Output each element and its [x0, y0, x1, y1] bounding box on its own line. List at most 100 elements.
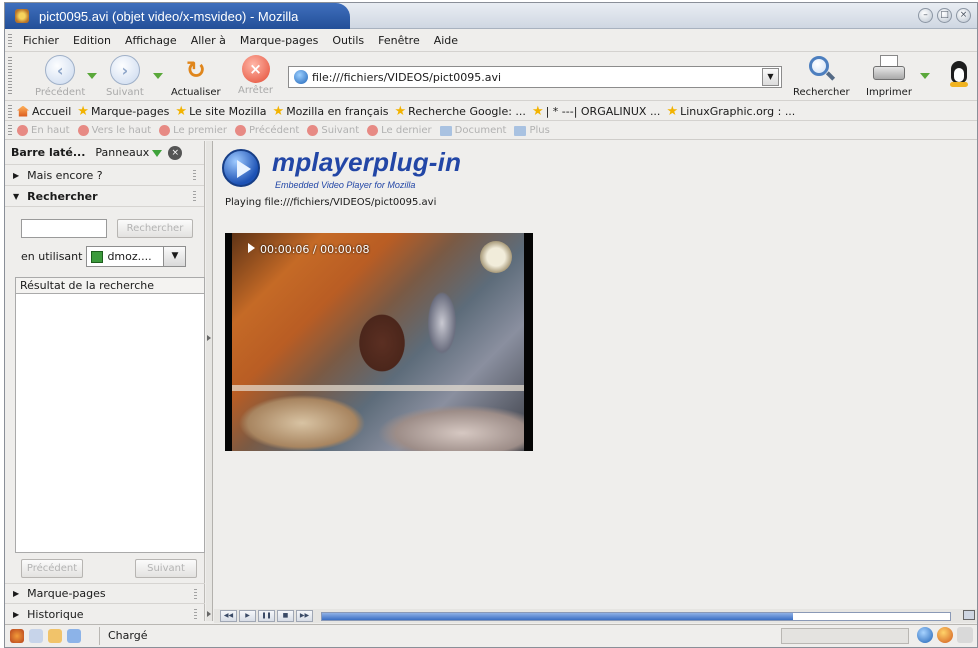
close-icon[interactable]: × — [956, 8, 971, 23]
print-button[interactable]: Imprimer — [866, 55, 912, 98]
chevron-down-icon[interactable]: ▼ — [163, 247, 186, 266]
pause-icon[interactable]: ❚❚ — [258, 610, 275, 622]
video-player[interactable]: 00:00:06 / 00:00:08 — [225, 233, 533, 451]
bookmarks-icon: ★ — [77, 103, 89, 119]
url-text[interactable]: file:///fichiers/VIDEOS/pict0095.avi — [312, 71, 762, 84]
sidebar-splitter[interactable] — [206, 141, 213, 621]
section-label: Rechercher — [27, 189, 98, 203]
toolbar-grip[interactable] — [8, 105, 12, 118]
back-button[interactable]: ‹ Précédent — [35, 55, 85, 98]
document-icon — [439, 125, 452, 136]
forward-dropdown-icon[interactable] — [153, 73, 163, 79]
sitenav-more[interactable]: Plus — [514, 125, 550, 136]
mail-icon[interactable] — [29, 628, 43, 643]
maximize-icon[interactable]: □ — [937, 8, 952, 23]
addressbook-icon[interactable] — [67, 628, 81, 643]
sidebar-close-icon[interactable]: × — [168, 145, 183, 160]
playback-progress[interactable] — [321, 611, 951, 621]
first-icon — [159, 125, 171, 136]
tux-throbber-icon[interactable] — [947, 61, 971, 89]
bookmark-linuxgraphic[interactable]: ★ LinuxGraphic.org : ... — [666, 105, 795, 118]
toolbar-grip[interactable] — [8, 125, 12, 137]
menu-fenetre[interactable]: Fenêtre — [378, 34, 420, 47]
menu-aide[interactable]: Aide — [434, 34, 458, 47]
menu-affichage[interactable]: Affichage — [125, 34, 177, 47]
sitenav-last[interactable]: Le dernier — [367, 125, 432, 136]
fullscreen-icon[interactable] — [963, 610, 975, 620]
url-bar[interactable]: file:///fichiers/VIDEOS/pict0095.avi ▼ — [288, 66, 782, 88]
bookmark-marque-pages[interactable]: ★ Marque-pages — [77, 105, 169, 118]
sidebar-search-button[interactable]: Rechercher — [117, 219, 193, 238]
sidebar-search-input[interactable] — [21, 219, 107, 238]
back-label: Précédent — [35, 87, 86, 98]
search-button[interactable]: Rechercher — [793, 55, 850, 98]
sitenav-next[interactable]: Suivant — [307, 125, 359, 136]
lock-icon[interactable] — [957, 627, 973, 643]
engine-select[interactable]: dmoz.... ▼ — [86, 246, 187, 267]
toolbar-grip[interactable] — [8, 34, 12, 48]
menu-fichier[interactable]: Fichier — [23, 34, 59, 47]
reload-label: Actualiser — [171, 87, 221, 98]
composer-icon[interactable] — [48, 628, 62, 643]
url-history-dropdown[interactable]: ▼ — [762, 68, 779, 86]
stop-button[interactable]: × Arrêter — [238, 55, 273, 96]
sidebar-section-history[interactable]: ▶ Historique — [5, 604, 205, 625]
sidebar-section-search[interactable]: ▼ Rechercher — [5, 186, 204, 207]
sitenav-up[interactable]: Vers le haut — [77, 125, 151, 136]
online-icon[interactable] — [917, 627, 933, 643]
video-frame — [232, 233, 524, 451]
forward-button[interactable]: › Suivant — [106, 55, 144, 98]
collapse-arrow-icon[interactable] — [207, 611, 211, 617]
cookie-icon[interactable] — [937, 627, 953, 643]
stop-playback-icon[interactable]: ■ — [277, 610, 294, 622]
bookmark-mozilla-francais[interactable]: ★ Mozilla en français — [273, 105, 389, 118]
fast-forward-icon[interactable]: ▶▶ — [296, 610, 313, 622]
search-label: Rechercher — [793, 87, 850, 98]
rewind-icon[interactable]: ◀◀ — [220, 610, 237, 622]
results-next-button[interactable]: Suivant — [135, 559, 197, 578]
back-dropdown-icon[interactable] — [87, 73, 97, 79]
collapse-arrow-icon[interactable] — [207, 335, 211, 341]
sidebar-search-row: Rechercher — [21, 219, 193, 238]
sidebar-section-more[interactable]: ▶ Mais encore ? — [5, 165, 204, 186]
title-tab[interactable]: pict0095.avi (objet video/x-msvideo) - M… — [5, 3, 350, 29]
player-controls: ◀◀ ▶ ❚❚ ■ ▶▶ — [214, 609, 977, 623]
sidebar-section-bookmarks[interactable]: ▶ Marque-pages — [5, 583, 205, 604]
results-previous-button[interactable]: Précédent — [21, 559, 83, 578]
star-icon: ★ — [272, 103, 285, 119]
menu-aller[interactable]: Aller à — [191, 34, 226, 47]
minimize-icon[interactable]: – — [918, 8, 933, 23]
print-dropdown-icon[interactable] — [920, 73, 930, 79]
sitenav-top[interactable]: En haut — [17, 125, 70, 136]
mplayer-logo-icon — [222, 149, 260, 187]
last-icon — [367, 125, 379, 136]
section-grip — [194, 589, 197, 600]
mozilla-app-icon[interactable] — [15, 9, 29, 23]
menu-marque-pages[interactable]: Marque-pages — [240, 34, 318, 47]
bookmark-accueil[interactable]: Accueil — [17, 105, 71, 118]
section-grip — [194, 609, 197, 620]
menu-outils[interactable]: Outils — [332, 34, 364, 47]
playback-progress-fill — [322, 612, 793, 620]
results-list[interactable] — [15, 293, 205, 553]
expanded-triangle-icon: ▼ — [13, 191, 20, 201]
sitenav-first[interactable]: Le premier — [159, 125, 227, 136]
panels-menu[interactable]: Panneaux — [95, 146, 163, 159]
play-icon[interactable]: ▶ — [239, 610, 256, 622]
reload-button[interactable]: ↻ Actualiser — [171, 55, 221, 98]
bookmark-orgalinux[interactable]: ★ | * ---| ORGALINUX ... — [532, 105, 661, 118]
sitenav-document[interactable]: Document — [439, 125, 506, 136]
menu-edition[interactable]: Edition — [73, 34, 111, 47]
status-text: Chargé — [99, 626, 147, 645]
sitenav-label: En haut — [31, 125, 70, 136]
sitenav-previous[interactable]: Précédent — [235, 125, 299, 136]
toolbar-grip[interactable] — [8, 57, 12, 95]
bookmark-site-mozilla[interactable]: ★ Le site Mozilla — [175, 105, 266, 118]
forward-arrow-icon: › — [109, 55, 140, 85]
collapsed-triangle-icon: ▶ — [13, 609, 20, 619]
bookmark-label: | * ---| ORGALINUX ... — [545, 104, 661, 118]
bookmark-label: Mozilla en français — [286, 104, 389, 118]
bookmark-recherche-google[interactable]: ★ Recherche Google: ... — [395, 105, 526, 118]
navigator-icon[interactable] — [10, 628, 24, 643]
previous-icon — [235, 125, 247, 136]
